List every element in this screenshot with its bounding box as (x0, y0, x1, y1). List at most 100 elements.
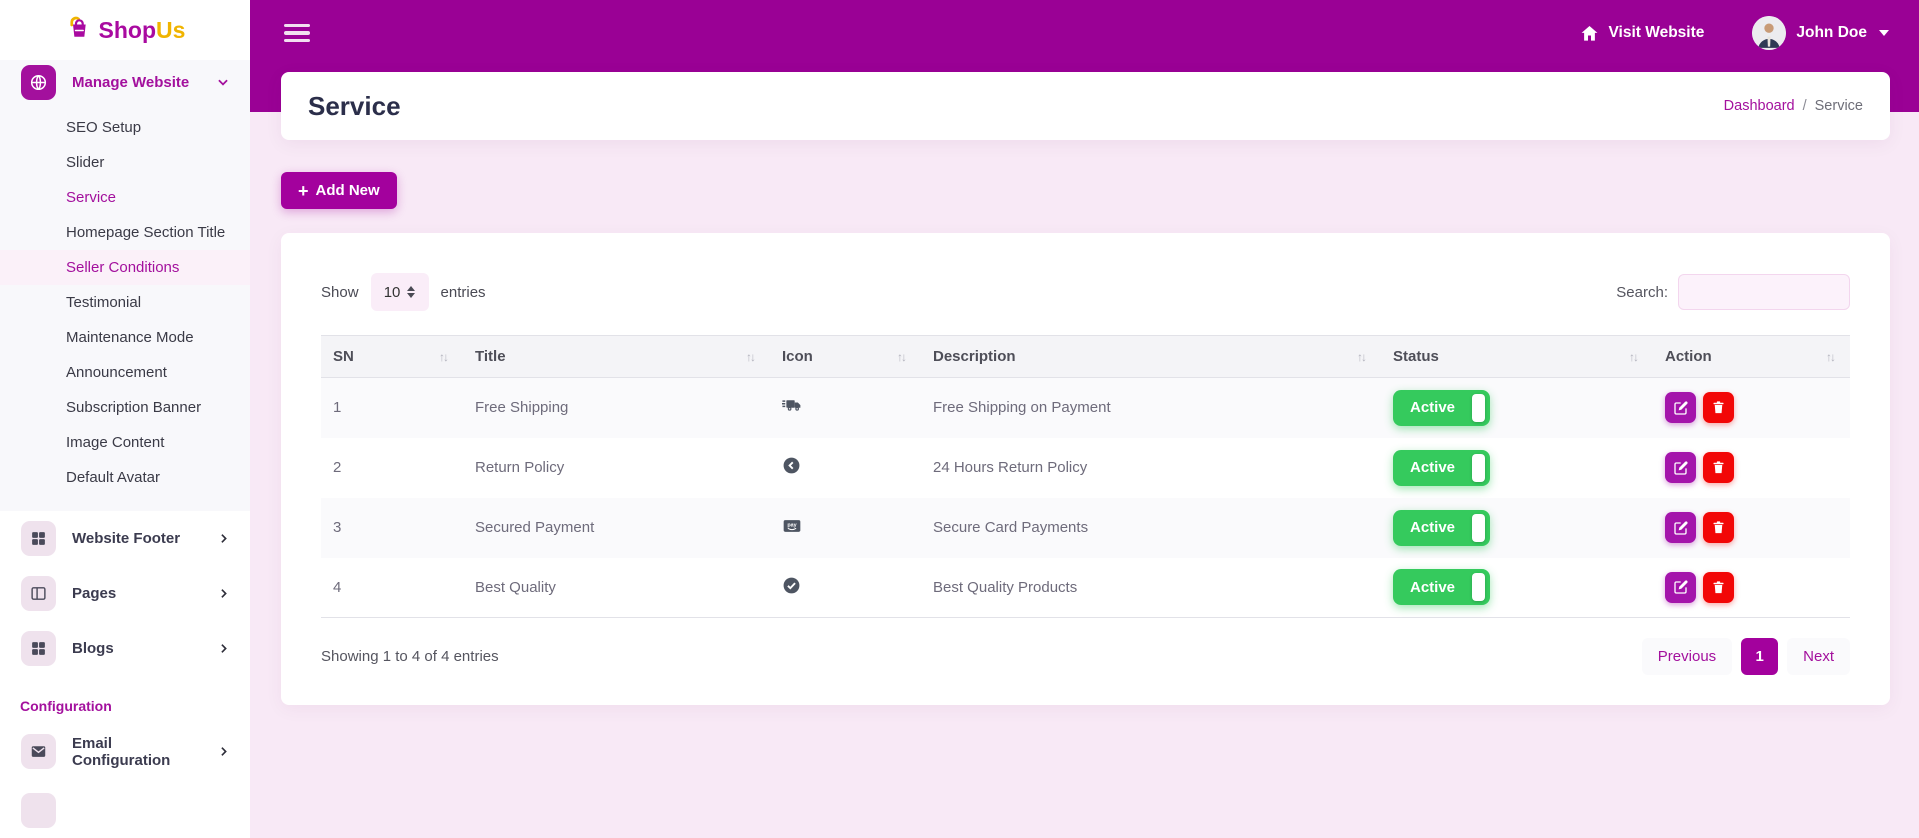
search-input[interactable] (1678, 274, 1850, 310)
column-header-status[interactable]: Status↑↓ (1381, 336, 1653, 378)
breadcrumb-dashboard-link[interactable]: Dashboard (1724, 98, 1795, 114)
sidebar-item-manage-website[interactable]: Manage Website (0, 60, 250, 104)
sidebar-item-blogs[interactable]: Blogs (0, 621, 250, 676)
column-header-action[interactable]: Action↑↓ (1653, 336, 1850, 378)
delete-button[interactable] (1703, 452, 1734, 483)
chevron-down-icon (1879, 30, 1889, 36)
edit-button[interactable] (1665, 572, 1696, 603)
status-toggle[interactable]: Active (1393, 510, 1490, 546)
sidebar-item-default-avatar[interactable]: Default Avatar (0, 460, 250, 495)
table-row: 2 Return Policy 24 Hours Return Policy A… (321, 438, 1850, 498)
user-name: John Doe (1796, 24, 1867, 42)
delete-button[interactable] (1703, 512, 1734, 543)
edit-button[interactable] (1665, 452, 1696, 483)
pagination-previous-button[interactable]: Previous (1642, 638, 1732, 675)
svg-text:pay: pay (787, 522, 796, 528)
sidebar-item-service[interactable]: Service (0, 180, 250, 215)
search-label: Search: (1616, 284, 1668, 301)
sidebar-item-testimonial[interactable]: Testimonial (0, 285, 250, 320)
sort-icon: ↑↓ (439, 350, 447, 364)
cell-title: Return Policy (463, 438, 770, 498)
entries-select[interactable]: 10 (371, 273, 429, 311)
sidebar-item-homepage-section-title[interactable]: Homepage Section Title (0, 215, 250, 250)
table-row: 3 Secured Payment pay Secure Card Paymen… (321, 498, 1850, 558)
select-updown-icon (407, 286, 415, 298)
grid-icon (21, 631, 56, 666)
sidebar-item-seller-conditions[interactable]: Seller Conditions (0, 250, 250, 285)
home-icon (1580, 24, 1599, 43)
service-table-card: Show 10 entries Search: SN↑↓ Title↑↓ Ico… (281, 233, 1890, 705)
status-toggle[interactable]: Active (1393, 569, 1490, 605)
sort-icon: ↑↓ (1357, 350, 1365, 364)
sidebar-item-email-configuration[interactable]: Email Configuration (0, 724, 250, 779)
truck-icon (782, 395, 803, 416)
status-label: Active (1410, 459, 1455, 476)
plus-icon: + (298, 182, 309, 200)
sidebar-item-partial[interactable] (0, 783, 250, 838)
sidebar-item-pages[interactable]: Pages (0, 566, 250, 621)
page-title: Service (308, 91, 401, 122)
visit-website-label: Visit Website (1608, 24, 1704, 42)
entries-select-value: 10 (384, 284, 401, 301)
sidebar: ShopUs Manage Website SEO Setup Slider S… (0, 0, 250, 786)
cell-title: Free Shipping (463, 378, 770, 438)
chevron-right-icon (217, 745, 230, 758)
sidebar-item-seo-setup[interactable]: SEO Setup (0, 110, 250, 145)
cell-sn: 3 (321, 498, 463, 558)
sidebar-item-label: Pages (72, 585, 201, 602)
cell-sn: 1 (321, 378, 463, 438)
sort-icon: ↑↓ (746, 350, 754, 364)
breadcrumb: Dashboard / Service (1724, 98, 1863, 114)
sidebar-item-website-footer[interactable]: Website Footer (0, 511, 250, 566)
table-row: 1 Free Shipping Free Shipping on Payment… (321, 378, 1850, 438)
globe-icon (21, 65, 56, 100)
delete-button[interactable] (1703, 572, 1734, 603)
envelope-icon (21, 734, 56, 769)
check-circle-icon (782, 576, 801, 595)
edit-button[interactable] (1665, 392, 1696, 423)
add-new-label: Add New (316, 182, 380, 199)
cell-title: Best Quality (463, 558, 770, 618)
cell-sn: 2 (321, 438, 463, 498)
status-toggle[interactable]: Active (1393, 390, 1490, 426)
breadcrumb-current: Service (1815, 98, 1863, 114)
menu-toggle-icon[interactable] (284, 24, 310, 42)
sidebar-item-slider[interactable]: Slider (0, 145, 250, 180)
sort-icon: ↑↓ (1629, 350, 1637, 364)
toggle-knob (1472, 573, 1485, 601)
sidebar-item-subscription-banner[interactable]: Subscription Banner (0, 390, 250, 425)
pagination-page-1-button[interactable]: 1 (1741, 638, 1778, 675)
app-logo[interactable]: ShopUs (0, 0, 250, 60)
manage-website-group: Manage Website SEO Setup Slider Service … (0, 60, 250, 511)
show-label: Show (321, 284, 359, 301)
cell-title: Secured Payment (463, 498, 770, 558)
sidebar-item-maintenance-mode[interactable]: Maintenance Mode (0, 320, 250, 355)
pagination: Previous 1 Next (1642, 638, 1850, 675)
sidebar-item-image-content[interactable]: Image Content (0, 425, 250, 460)
pagination-next-button[interactable]: Next (1787, 638, 1850, 675)
entries-label: entries (441, 284, 486, 301)
grid-icon (21, 521, 56, 556)
cell-description: Best Quality Products (921, 558, 1381, 618)
cell-description: 24 Hours Return Policy (921, 438, 1381, 498)
configuration-heading: Configuration (20, 698, 250, 714)
delete-button[interactable] (1703, 392, 1734, 423)
sidebar-item-announcement[interactable]: Announcement (0, 355, 250, 390)
sort-icon: ↑↓ (897, 350, 905, 364)
breadcrumb-separator: / (1803, 98, 1807, 114)
chevron-right-icon (217, 642, 230, 655)
add-new-button[interactable]: + Add New (281, 172, 397, 209)
user-menu[interactable]: John Doe (1752, 16, 1889, 50)
sort-icon: ↑↓ (1826, 350, 1834, 364)
visit-website-link[interactable]: Visit Website (1580, 24, 1704, 43)
column-header-icon[interactable]: Icon↑↓ (770, 336, 921, 378)
table-summary: Showing 1 to 4 of 4 entries (321, 648, 499, 665)
column-header-description[interactable]: Description↑↓ (921, 336, 1381, 378)
status-toggle[interactable]: Active (1393, 450, 1490, 486)
column-header-sn[interactable]: SN↑↓ (321, 336, 463, 378)
edit-button[interactable] (1665, 512, 1696, 543)
toggle-knob (1472, 454, 1485, 482)
table-row: 4 Best Quality Best Quality Products Act… (321, 558, 1850, 618)
status-label: Active (1410, 519, 1455, 536)
column-header-title[interactable]: Title↑↓ (463, 336, 770, 378)
